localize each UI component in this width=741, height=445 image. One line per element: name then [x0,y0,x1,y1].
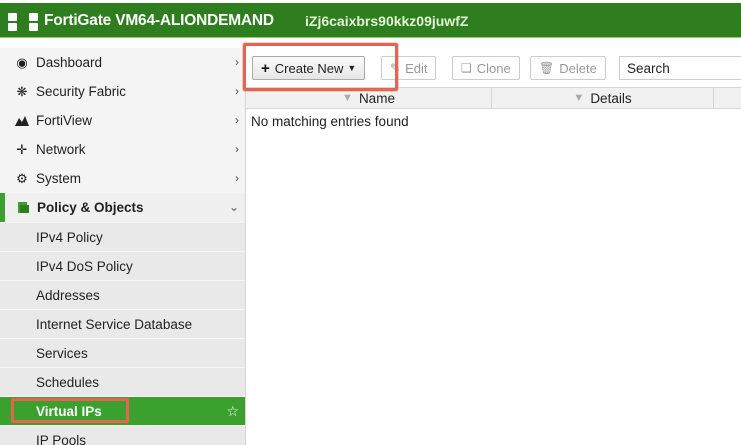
sidebar-item-label: System [36,171,82,186]
sidebar-item-label: Security Fabric [36,84,127,99]
sidebar-item-security-fabric[interactable]: ❋ Security Fabric › [0,77,245,106]
chevron-right-icon: › [235,84,239,98]
sidebar-item-system[interactable]: ⚙ System › [0,164,245,193]
virtual-ips-highlight-box [11,398,129,423]
sidebar-nav: ◉ Dashboard › ❋ Security Fabric › FortiV… [0,48,246,445]
sidebar-item-label: Network [36,142,86,157]
header-top-strip [0,0,741,3]
delete-button[interactable]: 🗑 Delete [530,56,606,80]
chevron-right-icon: › [235,55,239,69]
sidebar-item-policy-objects[interactable]: Policy & Objects ⌄ [0,193,245,222]
search-input[interactable] [619,56,741,80]
dashboard-icon: ◉ [16,54,28,70]
device-serial: iZj6caixbrs90kkz09juwfZ [305,13,469,29]
column-header-name[interactable]: ▼ Name [246,88,492,108]
chevron-right-icon: › [235,142,239,156]
column-header-details[interactable]: ▼ Details [492,88,714,108]
column-header-label: Details [590,90,632,106]
chevron-down-icon: ⌄ [228,200,239,214]
fortinet-logo-icon [8,13,38,31]
filter-icon: ▼ [342,92,353,104]
network-icon: ✛ [16,141,28,157]
sidebar-item-dashboard[interactable]: ◉ Dashboard › [0,48,245,77]
fortiview-icon [14,115,30,126]
policy-icon [15,201,31,214]
top-header-bar: FortiGate VM64-ALIONDEMAND iZj6caixbrs90… [0,0,741,38]
sidebar-item-label: Policy & Objects [37,200,144,215]
edit-label: Edit [405,60,428,76]
clone-label: Clone [476,60,511,76]
chevron-right-icon: › [235,171,239,185]
delete-label: Delete [559,60,597,76]
sidebar-subitem-ipv4-dos-policy[interactable]: IPv4 DoS Policy [0,251,245,280]
clone-icon: ❏ [461,61,472,75]
clone-button[interactable]: ❏ Clone [452,56,520,80]
column-header-label: Name [358,90,395,106]
filter-icon: ▼ [573,92,585,104]
empty-table-message: No matching entries found [251,114,409,129]
sidebar-subitem-services[interactable]: Services [0,338,245,367]
sidebar-item-fortiview[interactable]: FortiView › [0,106,245,135]
sidebar-subitem-ip-pools[interactable]: IP Pools [0,425,245,445]
security-fabric-icon: ❋ [16,83,28,99]
gear-icon: ⚙ [16,170,28,186]
sidebar-subitem-schedules[interactable]: Schedules [0,367,245,396]
app-title: FortiGate VM64-ALIONDEMAND [44,12,274,29]
create-new-highlight-box [243,43,398,91]
sidebar-item-label: Dashboard [36,55,103,70]
sidebar-subitem-ipv4-policy[interactable]: IPv4 Policy [0,222,245,251]
chevron-right-icon: › [235,113,239,127]
sidebar-item-label: FortiView [36,113,93,128]
sidebar-subitem-internet-service-database[interactable]: Internet Service Database [0,309,245,338]
sidebar-subitem-addresses[interactable]: Addresses [0,280,245,309]
star-icon[interactable]: ☆ [226,403,239,420]
sidebar-item-network[interactable]: ✛ Network › [0,135,245,164]
trash-icon: 🗑 [539,61,555,75]
